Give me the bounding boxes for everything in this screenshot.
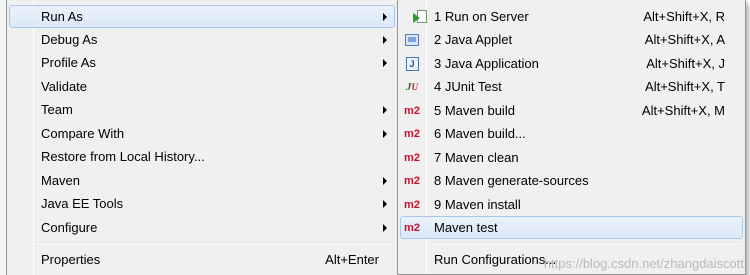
menu-item-team[interactable]: Team <box>9 98 395 121</box>
menu-item-label: Run As <box>41 9 83 24</box>
menu-item-label: Team <box>41 102 73 117</box>
submenu-item-label: Maven test <box>434 220 498 235</box>
submenu-item-maven-build-dialog[interactable]: m2 6 Maven build... <box>400 122 743 145</box>
menu-item-restore-local-history[interactable]: Restore from Local History... <box>9 145 395 168</box>
menu-item-shortcut: Alt+Enter <box>325 252 379 267</box>
maven-m2-icon: m2 <box>404 175 420 187</box>
watermark-text: https://blog.csdn.net/zhangdaiscott <box>543 256 744 271</box>
submenu-item-junit-test[interactable]: JU 4 JUnit Test Alt+Shift+X, T <box>400 75 743 98</box>
submenu-item-java-application[interactable]: J 3 Java Application Alt+Shift+X, J <box>400 52 743 75</box>
menu-item-label: Profile As <box>41 55 96 70</box>
menu-item-compare-with[interactable]: Compare With <box>9 122 395 145</box>
menu-item-label: Java EE Tools <box>41 196 124 211</box>
menu-item-label: Maven <box>41 173 81 188</box>
maven-m2-icon: m2 <box>404 199 420 211</box>
submenu-item-label: 5 Maven build <box>434 103 515 118</box>
submenu-item-shortcut: Alt+Shift+X, R <box>643 9 725 24</box>
submenu-item-label: 4 JUnit Test <box>434 79 502 94</box>
submenu-item-shortcut: Alt+Shift+X, M <box>641 103 725 118</box>
maven-m2-icon: m2 <box>404 222 420 234</box>
menu-separator <box>37 242 393 244</box>
submenu-item-maven-build[interactable]: m2 5 Maven build Alt+Shift+X, M <box>400 99 743 122</box>
submenu-item-maven-install[interactable]: m2 9 Maven install <box>400 193 743 216</box>
submenu-item-label: 6 Maven build... <box>434 126 526 141</box>
context-menu: Run As Debug As Profile As Validate Team… <box>6 0 398 275</box>
submenu-item-label: 7 Maven clean <box>434 150 519 165</box>
submenu-arrow-icon <box>383 177 387 185</box>
junit-icon: JU <box>406 81 418 93</box>
menu-item-label: Debug As <box>41 32 98 47</box>
submenu-arrow-icon <box>383 224 387 232</box>
maven-m2-icon: m2 <box>404 105 420 117</box>
menu-item-maven[interactable]: Maven <box>9 169 395 192</box>
submenu-item-label: 1 Run on Server <box>434 9 529 24</box>
menu-item-properties[interactable]: Properties Alt+Enter <box>9 248 395 271</box>
submenu-item-shortcut: Alt+Shift+X, T <box>645 79 725 94</box>
menu-item-run-as[interactable]: Run As <box>9 5 395 28</box>
submenu-item-shortcut: Alt+Shift+X, A <box>644 32 725 47</box>
submenu-item-java-applet[interactable]: 2 Java Applet Alt+Shift+X, A <box>400 28 743 51</box>
submenu-arrow-icon <box>383 13 387 21</box>
submenu-arrow-icon <box>383 130 387 138</box>
submenu-item-maven-test[interactable]: m2 Maven test <box>400 216 743 239</box>
submenu-separator <box>430 242 741 244</box>
menu-item-label: Properties <box>41 252 101 267</box>
submenu-item-maven-generate-sources[interactable]: m2 8 Maven generate-sources <box>400 169 743 192</box>
submenu-arrow-icon <box>383 36 387 44</box>
submenu-item-label: 8 Maven generate-sources <box>434 173 589 188</box>
maven-m2-icon: m2 <box>404 152 420 164</box>
submenu-item-maven-clean[interactable]: m2 7 Maven clean <box>400 146 743 169</box>
submenu-arrow-icon <box>383 200 387 208</box>
menu-item-label: Restore from Local History... <box>41 149 205 164</box>
run-on-server-icon <box>404 9 427 25</box>
submenu-arrow-icon <box>383 59 387 67</box>
submenu-item-shortcut: Alt+Shift+X, J <box>646 56 725 71</box>
maven-m2-icon: m2 <box>404 128 420 140</box>
submenu-item-label: 9 Maven install <box>434 197 521 212</box>
menu-item-label: Validate <box>41 79 88 94</box>
menu-item-profile-as[interactable]: Profile As <box>9 51 395 74</box>
submenu-arrow-icon <box>383 106 387 114</box>
submenu-item-label: Run Configurations... <box>434 252 557 267</box>
submenu-item-label: 3 Java Application <box>434 56 539 71</box>
java-applet-icon <box>404 32 420 48</box>
java-application-icon: J <box>404 56 420 72</box>
menu-item-debug-as[interactable]: Debug As <box>9 28 395 51</box>
run-as-submenu: 1 Run on Server Alt+Shift+X, R 2 Java Ap… <box>397 0 746 275</box>
submenu-item-run-on-server[interactable]: 1 Run on Server Alt+Shift+X, R <box>400 5 743 28</box>
submenu-item-label: 2 Java Applet <box>434 32 513 47</box>
menu-item-configure[interactable]: Configure <box>9 216 395 239</box>
menu-item-label: Compare With <box>41 126 125 141</box>
menu-item-label: Configure <box>41 220 98 235</box>
menu-item-java-ee-tools[interactable]: Java EE Tools <box>9 192 395 215</box>
menu-item-validate[interactable]: Validate <box>9 75 395 98</box>
